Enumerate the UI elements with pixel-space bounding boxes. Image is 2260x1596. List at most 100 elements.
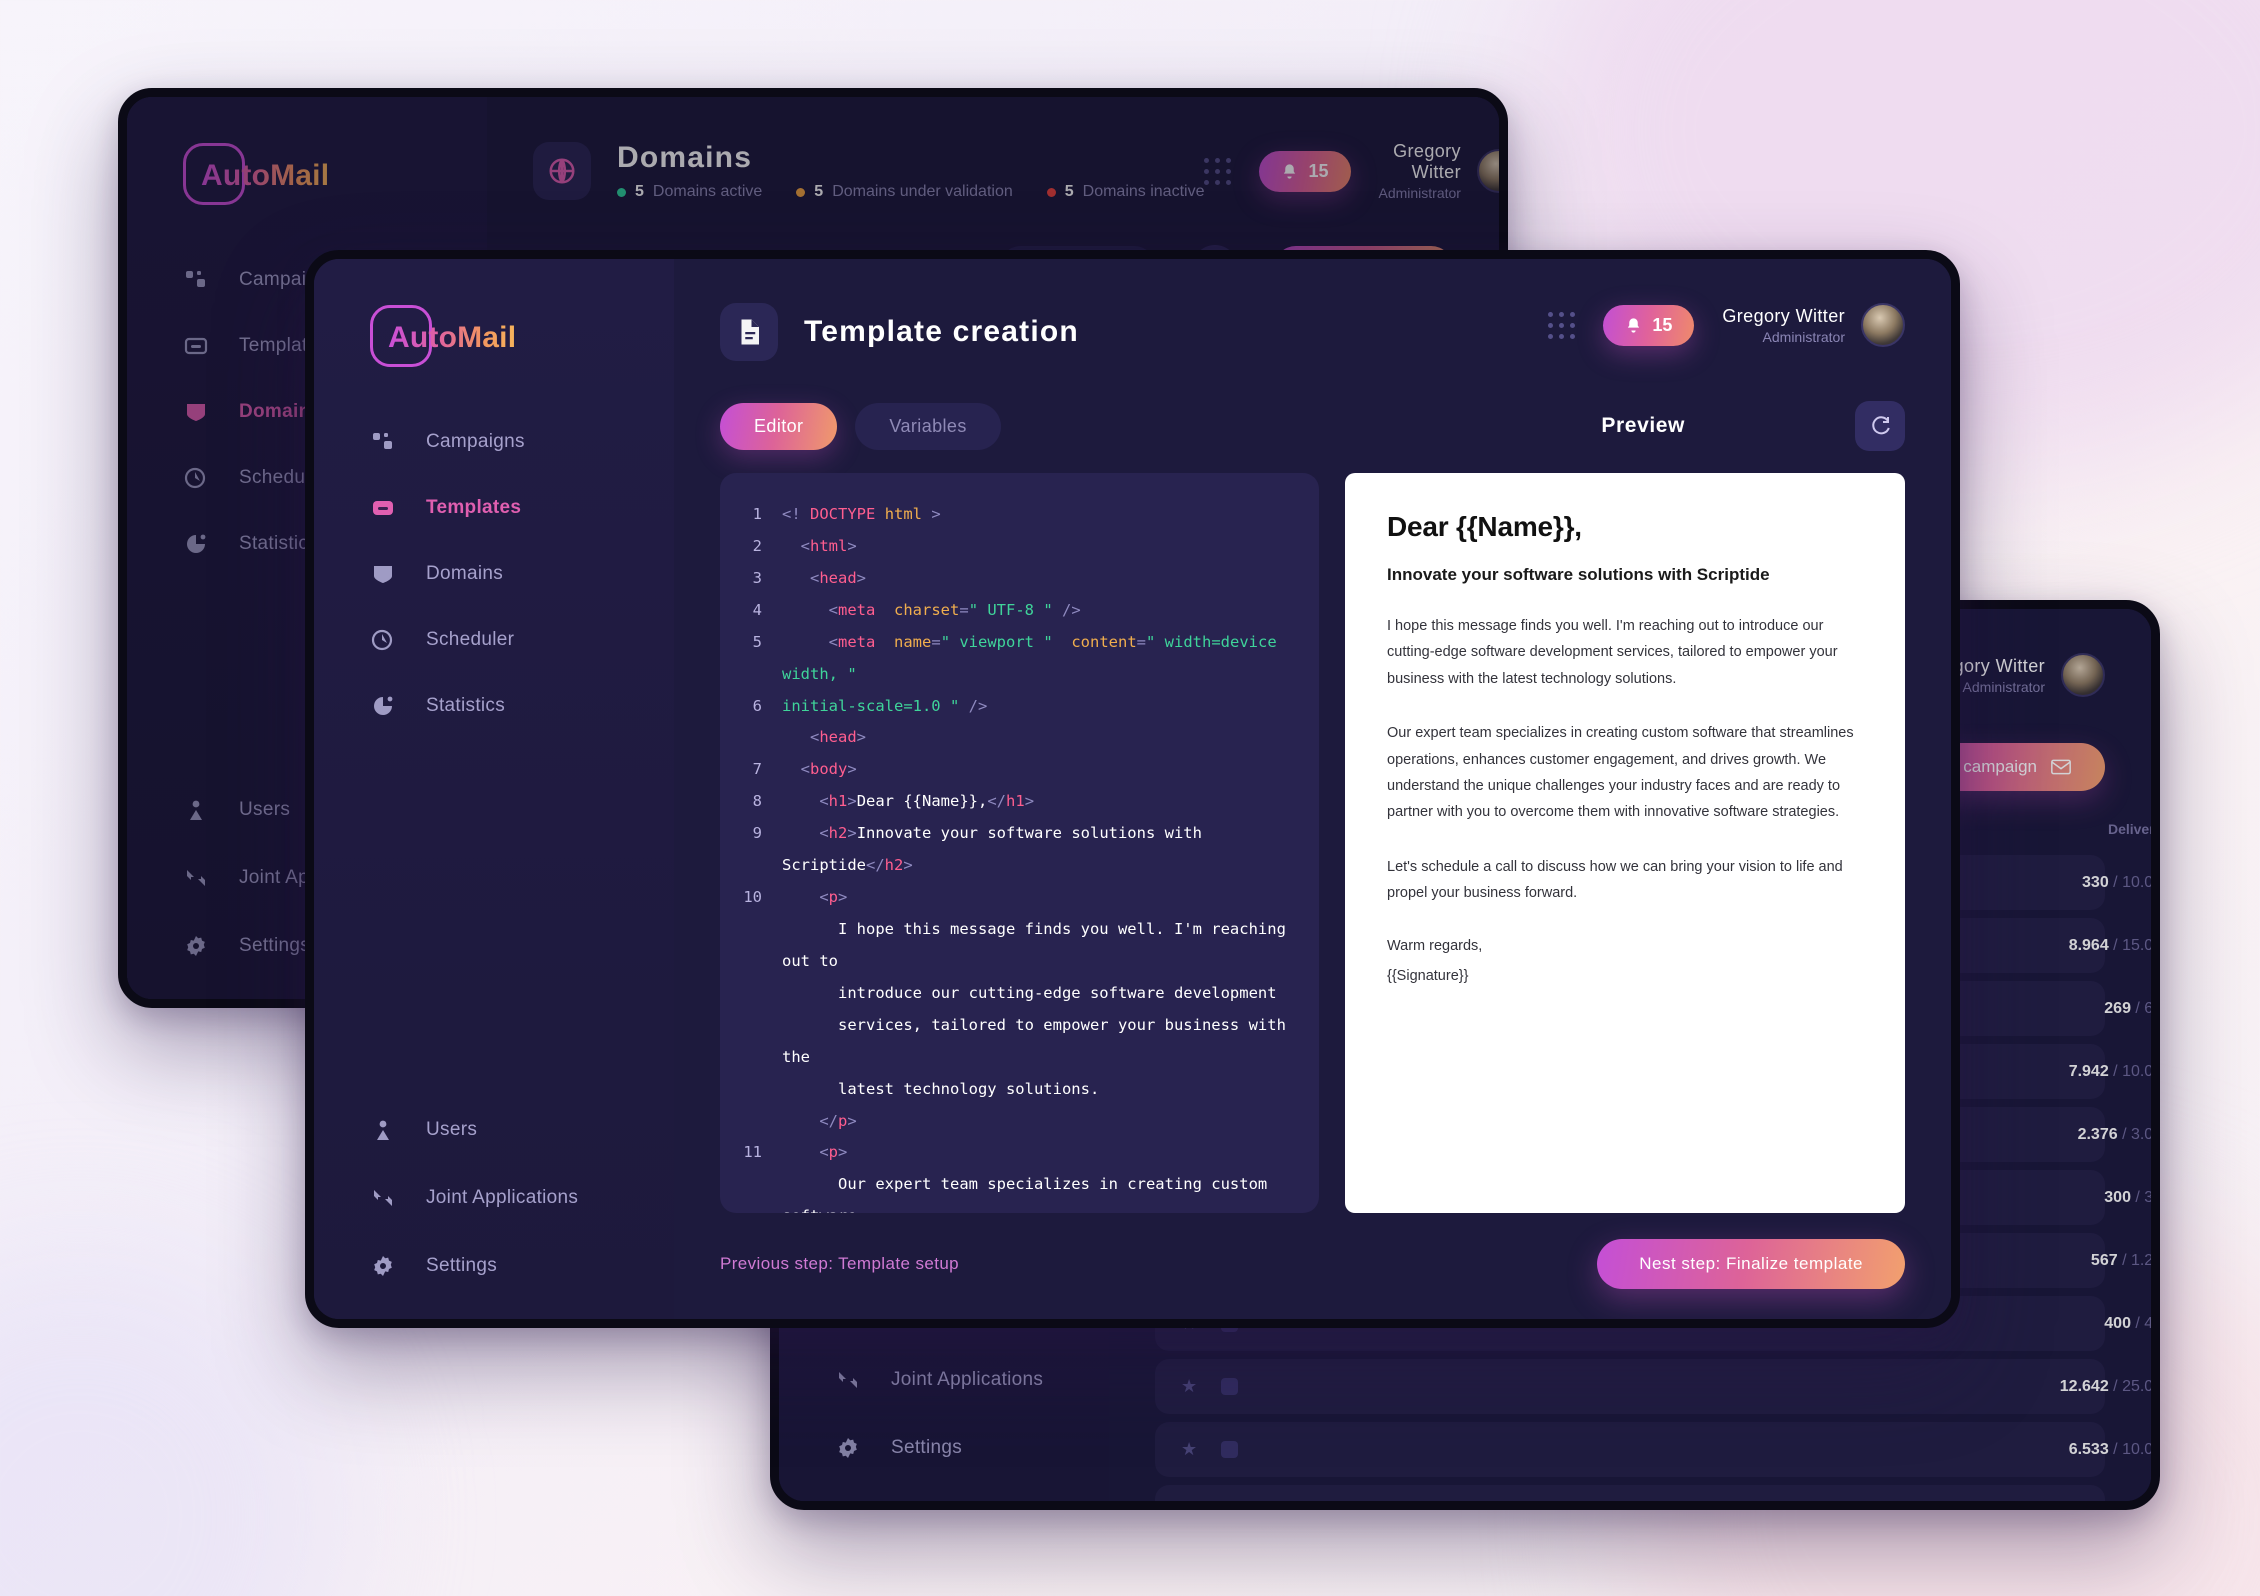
sidebar-item-scheduler[interactable]: Scheduler [370,627,674,653]
apps-grid-icon[interactable] [1548,311,1576,339]
code-line: 8 <h1>Dear {{Name}},</h1> [720,786,1309,818]
favorite-star-icon[interactable]: ★ [1181,1439,1221,1460]
domains-stats: 5 Domains active 5 Domains under validatio… [617,183,1204,201]
line-content: services, tailored to empower your busin… [782,1015,1296,1066]
preview-paragraph-3: Let's schedule a call to discuss how we … [1387,858,1843,901]
code-line: 3 <head> [720,563,1309,595]
code-line: I hope this message finds you well. I'm … [720,914,1309,978]
sidebar-item-statistics[interactable]: Statistics [370,693,674,719]
delivered-value: 12.642 / 25.000 [2059,1377,2154,1395]
line-number: 6 [752,696,762,715]
logo[interactable]: AutoMail [370,305,516,371]
line-number: 11 [743,1143,762,1162]
template-creation-window[interactable]: AutoMail Campaigns Templates Domains Sch… [305,250,1960,1328]
user-name: Gregory Witter [1393,141,1461,182]
table-row[interactable]: ★2.300 / 5.000 [1155,1485,2105,1510]
code-editor[interactable]: 1 <! DOCTYPE html >2 <html> 3 <head> 4 <met… [720,473,1319,1213]
sidebar-item-domains[interactable]: Domains [370,561,674,587]
wizard-footer: Previous step: Template setup Nest step:… [720,1239,1905,1289]
statistics-icon [183,531,209,557]
sidebar-item-joint-applications[interactable]: Joint Applications [370,1185,674,1211]
sidebar-label: Scheduler [426,629,515,650]
line-number [720,1169,782,1213]
delivered-value: 6.533 / 10.000 [2068,1440,2154,1458]
globe-icon [533,142,591,200]
apps-grid-icon[interactable] [1204,157,1232,185]
status-badge: 5 Domains active [617,183,762,201]
sidebar-item-users[interactable]: Users [370,1117,674,1143]
line-number: 8 [752,792,762,811]
notifications-button[interactable]: 15 [1259,150,1351,192]
sidebar-item-settings[interactable]: Settings [370,1253,674,1279]
mail-icon [2051,759,2071,775]
avatar[interactable] [2061,653,2105,697]
delivered-value: 300 / 350 [2104,1188,2154,1206]
line-number: 7 [752,760,762,779]
template-topbar: Template creation 15 Gregory Witter Admi… [720,303,1905,361]
joint-applications-icon [835,1367,861,1393]
sidebar-item-settings[interactable]: Settings [835,1435,1109,1461]
sidebar-item-joint-applications[interactable]: Joint Applications [835,1367,1109,1393]
line-number: 2 [752,536,762,555]
table-row[interactable]: ★ 6.533 / 10.000 [1155,1422,2151,1477]
row-checkbox[interactable] [1221,1504,1261,1510]
sidebar-label: Users [239,799,291,820]
delivered-value: 330 / 10.000 [2082,873,2154,891]
notifications-button[interactable]: 15 [1603,304,1695,346]
sidebar-item-campaigns[interactable]: Campaigns [370,429,674,455]
code-line: 4 <meta charset=" UTF-8 " /> [720,595,1309,627]
delivered-value: 7.942 / 10.000 [2068,1062,2154,1080]
page-title: Domains [617,141,753,174]
line-content: </p> [819,1111,857,1130]
preview-heading: Dear {{Name}}, [1387,511,1582,542]
previous-step-link[interactable]: Previous step: Template setup [720,1254,959,1274]
document-icon [720,303,778,361]
domains-page-head: Domains 5 Domains active 5 Domains under v… [533,141,1204,201]
campaigns-icon [183,267,209,293]
tab-variables[interactable]: Variables [855,402,1001,450]
table-row[interactable]: ★ 12.642 / 25.000 [1155,1359,2151,1414]
line-content: <html> [800,536,857,555]
favorite-star-icon[interactable]: ★ [1181,1376,1221,1397]
settings-icon [370,1253,396,1279]
statistics-icon [370,693,396,719]
preview-subheading: Innovate your software solutions with Sc… [1387,565,1770,584]
user-role: Administrator [1762,328,1845,345]
tab-editor[interactable]: Editor [720,402,838,450]
next-step-button[interactable]: Nest step: Finalize template [1597,1239,1905,1289]
sidebar-item-templates[interactable]: Templates [370,495,674,521]
avatar[interactable] [1861,303,1905,347]
templates-icon [183,333,209,359]
template-nav-secondary: Users Joint Applications Settings [314,1117,674,1279]
settings-icon [835,1435,861,1461]
scheduler-icon [370,627,396,653]
preview-label: Preview [1601,414,1685,437]
line-content: Our expert team specializes in creating … [782,1175,1268,1213]
avatar[interactable] [1476,149,1499,193]
line-content: <head> [810,568,867,587]
line-number: 10 [743,888,762,907]
scheduler-icon [183,465,209,491]
delivered-value: 400 / 400 [2104,1314,2154,1332]
preview-signature: {{Signature}} [1387,968,1469,985]
users-icon [183,797,209,823]
line-content: <! DOCTYPE html > [782,505,941,523]
row-checkbox[interactable] [1221,1378,1261,1395]
user-menu[interactable]: Gregory Witter Administrator [1722,303,1905,347]
code-line: 11 <p> [720,1137,1309,1169]
code-line: 2 <html> [720,531,1309,563]
code-line: 7 <body> [720,754,1309,786]
sidebar-label: Domains [426,563,504,584]
line-content: <p> [819,888,848,907]
users-icon [370,1117,396,1143]
refresh-preview-button[interactable] [1855,401,1905,451]
line-number: 4 [752,600,762,619]
logo[interactable]: AutoMail [183,143,329,209]
favorite-star-icon[interactable]: ★ [1181,1502,1221,1510]
line-number [720,1010,782,1074]
user-menu[interactable]: Gregory Witter Administrator [1379,141,1499,201]
row-checkbox[interactable] [1221,1441,1261,1458]
line-content: initial-scale=1.0 " /> [782,696,988,715]
email-preview: Dear {{Name}}, Innovate your software so… [1345,473,1905,1213]
sidebar-label: Statistics [426,695,506,716]
